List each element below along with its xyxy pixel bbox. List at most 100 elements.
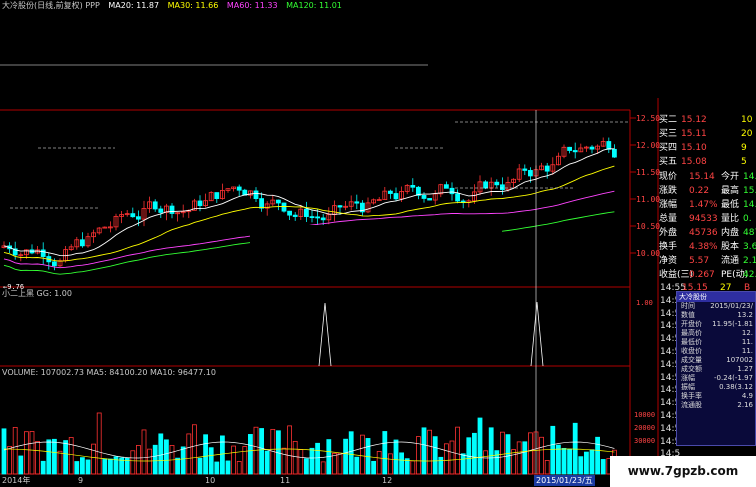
candle-body bbox=[589, 146, 595, 150]
volume-bar bbox=[331, 452, 337, 475]
volume-bar bbox=[91, 443, 96, 475]
indicator-title: 小二上黑 GG: 1.00 bbox=[2, 289, 72, 298]
candle-body bbox=[499, 184, 505, 191]
candle-body bbox=[567, 146, 572, 151]
candle-body bbox=[522, 168, 528, 171]
popup-row: 流通股 2.16 bbox=[677, 401, 755, 410]
candle-body bbox=[214, 192, 220, 199]
price-axis-label-1: 12.00 bbox=[636, 141, 660, 150]
candle-body bbox=[337, 205, 343, 208]
candle-body bbox=[152, 201, 158, 210]
popup-key: 数值 bbox=[681, 311, 695, 319]
volume-bar bbox=[287, 425, 293, 475]
volume-bar bbox=[337, 452, 343, 475]
candle-body bbox=[494, 181, 500, 186]
volume-bar bbox=[1, 428, 7, 475]
candle-body bbox=[275, 199, 281, 204]
popup-row: 振幅 0.38(3.12 bbox=[677, 383, 755, 392]
volume-bar bbox=[152, 444, 158, 475]
stat-row-4-cell: 内盘 bbox=[721, 228, 740, 238]
quote-row-0-cell: 买二 bbox=[659, 115, 678, 125]
stat-row-0: 现价 15.14 今开14.7 bbox=[659, 171, 756, 183]
volume-bar bbox=[80, 457, 85, 475]
indicator-spike-1 bbox=[530, 301, 544, 367]
volume-bar bbox=[303, 458, 309, 475]
popup-row: 成交额 1.27 bbox=[677, 365, 755, 374]
volume-bar bbox=[516, 441, 522, 475]
stat-row-2-cell: 1.47% bbox=[689, 200, 718, 210]
candle-body bbox=[606, 141, 612, 150]
candle-body bbox=[320, 217, 326, 221]
popup-value: 4.9 bbox=[741, 392, 753, 400]
stat-row-0-cell: 15.14 bbox=[689, 172, 715, 182]
volume-bar bbox=[589, 449, 595, 475]
volume-bar bbox=[522, 441, 528, 475]
stat-row-1-cell: 涨跌 bbox=[659, 186, 678, 196]
volume-bar bbox=[35, 441, 40, 475]
volume-bar bbox=[567, 448, 572, 475]
watermark: www.7gpzb.com bbox=[610, 456, 756, 487]
candle-body bbox=[376, 199, 382, 201]
candle-body bbox=[197, 200, 203, 207]
stat-row-3-cell: 94533 bbox=[689, 214, 718, 224]
price-axis-label-2: 11.50 bbox=[636, 168, 660, 177]
volume-bar bbox=[320, 461, 326, 475]
quote-row-3-cell: 15.08 bbox=[681, 157, 707, 167]
volume-bar bbox=[477, 417, 483, 475]
stat-row-7-cell: 0.267 bbox=[689, 270, 715, 280]
volume-bar bbox=[68, 437, 74, 475]
stat-row-4-cell: 外盘 bbox=[659, 228, 678, 238]
quote-row-2: 买四 15.10 9 bbox=[659, 142, 756, 154]
popup-key: 成交量 bbox=[681, 356, 702, 364]
volume-bar bbox=[141, 429, 147, 475]
volume-bar bbox=[23, 431, 29, 475]
ma30-label: MA30: 11.66 bbox=[167, 1, 219, 10]
volume-bar bbox=[292, 440, 298, 475]
price-axis-label-5: 10.00 bbox=[636, 249, 660, 258]
volume-bar bbox=[595, 436, 600, 475]
volume-bar bbox=[584, 451, 589, 475]
candle-body bbox=[292, 214, 298, 217]
quote-row-0-cell: 15.12 bbox=[681, 115, 707, 125]
volume-axis-label-2: 10000 bbox=[634, 411, 655, 419]
chart-title-bar: 大冷股份(日线,前复权) PPP MA20: 11.87 MA30: 11.66… bbox=[2, 0, 348, 11]
volume-bar bbox=[231, 445, 237, 475]
popup-value: -0.24(-1.97 bbox=[714, 374, 753, 382]
popup-row: 涨幅 -0.24(-1.97 bbox=[677, 374, 755, 383]
volume-bar bbox=[57, 450, 63, 475]
volume-bar bbox=[528, 432, 533, 475]
volume-bar bbox=[382, 431, 388, 475]
popup-row: 数值 13.2 bbox=[677, 311, 755, 320]
popup-key: 流通股 bbox=[681, 401, 702, 409]
volume-bar bbox=[29, 431, 35, 475]
stat-row-5: 换手 4.38%股本3.60 bbox=[659, 241, 756, 253]
candle-body bbox=[483, 181, 489, 189]
volume-bar bbox=[421, 427, 427, 475]
xaxis-label-0: 2014年 bbox=[2, 476, 31, 485]
candle-body bbox=[80, 239, 85, 247]
quote-row-3-cell: 5 bbox=[741, 157, 747, 167]
popup-value: 11. bbox=[741, 338, 753, 346]
stat-row-2-cell: 14.7 bbox=[743, 200, 756, 210]
volume-bar bbox=[387, 453, 393, 475]
popup-key: 成交额 bbox=[681, 365, 702, 373]
volume-bar bbox=[113, 456, 119, 475]
volume-bar bbox=[550, 425, 556, 475]
volume-bar bbox=[264, 450, 270, 475]
quote-row-1-cell: 20 bbox=[741, 129, 753, 139]
stat-row-7: 收益(三) 0.267 PE(动) 42. bbox=[659, 269, 756, 281]
popup-key: 收盘价 bbox=[681, 347, 702, 355]
volume-bar bbox=[130, 450, 136, 475]
volume-bar bbox=[443, 443, 449, 475]
popup-row: 成交量 107002 bbox=[677, 356, 755, 365]
stat-row-0-cell: 现价 bbox=[659, 172, 678, 182]
volume-bar bbox=[236, 460, 242, 475]
popup-value: 11.95(-1.81 bbox=[712, 320, 753, 328]
popup-key: 开盘价 bbox=[681, 320, 702, 328]
stat-row-5-cell: 股本 bbox=[721, 242, 740, 252]
volume-bar bbox=[197, 457, 203, 475]
candle-body bbox=[130, 213, 136, 218]
stat-row-6-cell: 5.57 bbox=[689, 256, 710, 266]
candle-body bbox=[236, 186, 242, 191]
volume-bar bbox=[410, 460, 416, 475]
